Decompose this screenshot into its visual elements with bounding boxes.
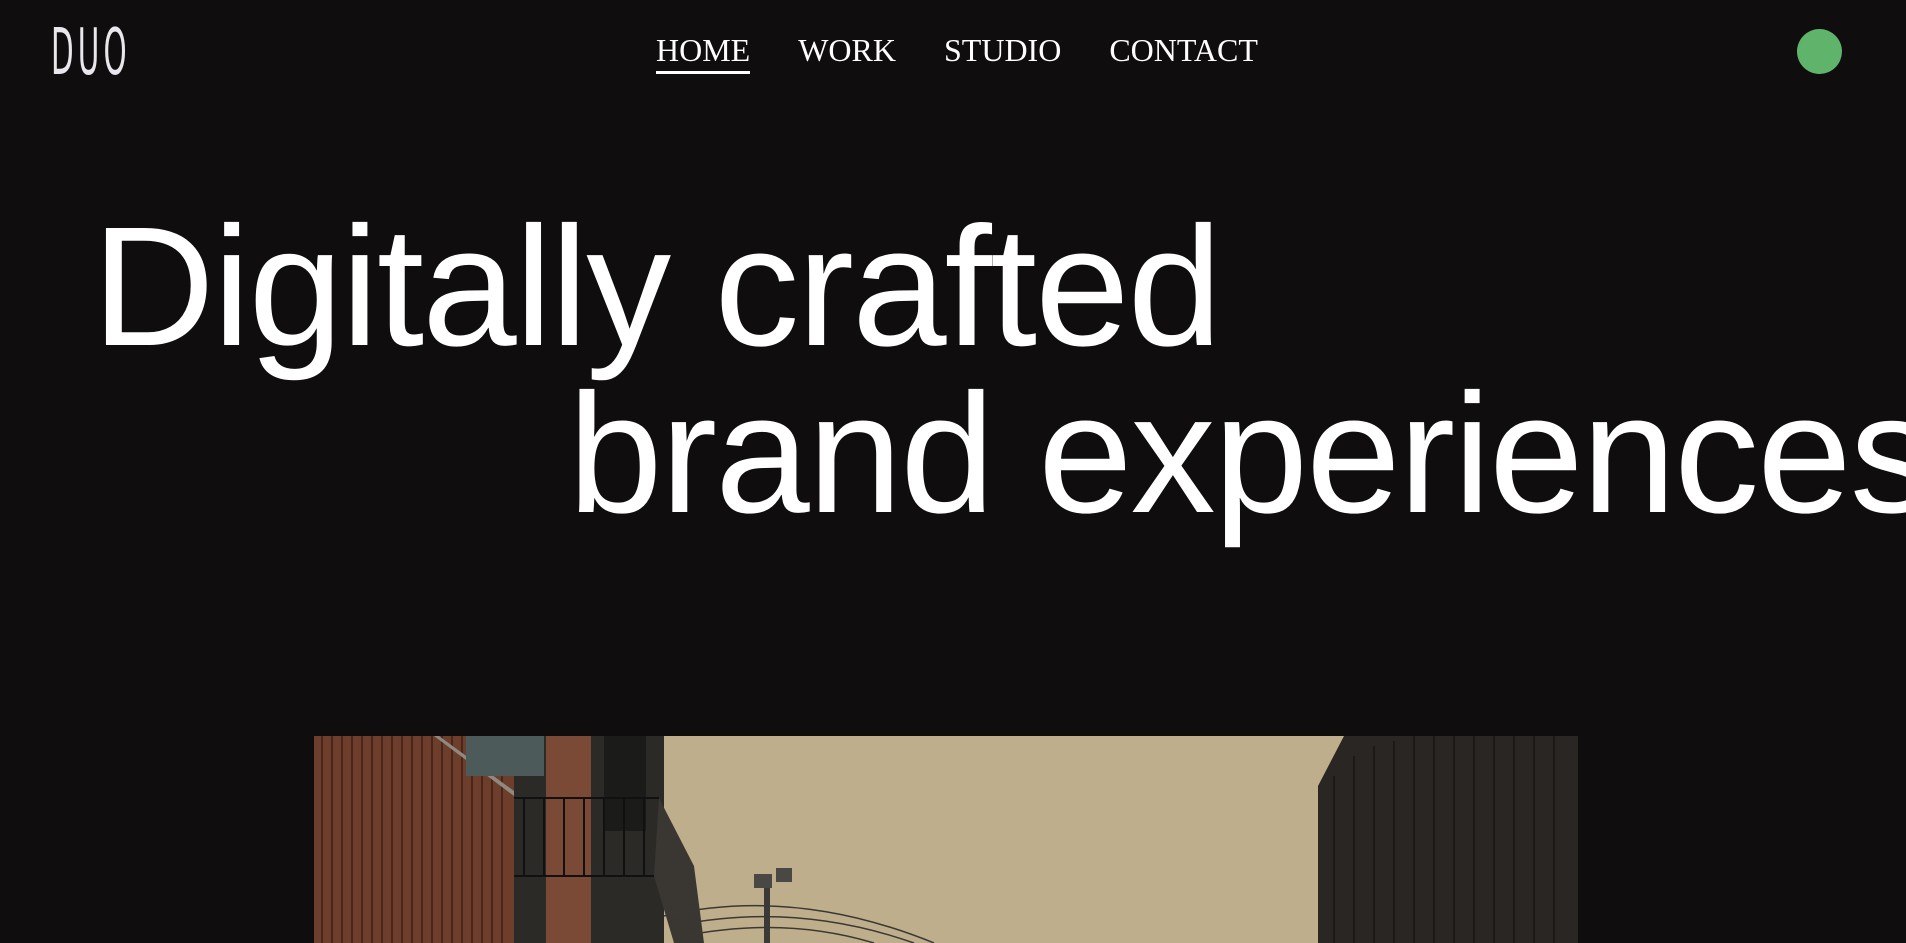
nav-item-studio[interactable]: STUDIO — [944, 28, 1061, 72]
logo[interactable]: DUO — [51, 21, 127, 85]
main-nav: HOME WORK STUDIO CONTACT — [656, 28, 1258, 74]
hero-heading-line-2: brand experiences — [568, 359, 1906, 549]
street-scene-image — [314, 736, 1578, 943]
nav-item-work[interactable]: WORK — [798, 28, 896, 72]
hero-video[interactable] — [314, 736, 1578, 943]
hero-heading-line-1: Digitally crafted — [92, 192, 1222, 382]
nav-item-contact[interactable]: CONTACT — [1109, 28, 1258, 72]
logo-text: DUO — [51, 16, 131, 90]
nav-item-home[interactable]: HOME — [656, 28, 751, 74]
status-dot-button[interactable] — [1797, 29, 1842, 74]
